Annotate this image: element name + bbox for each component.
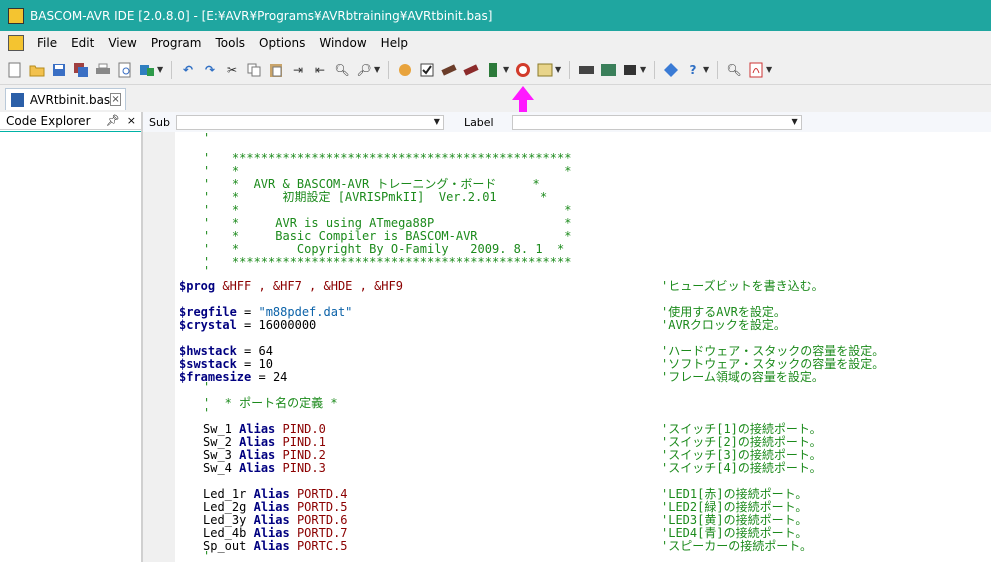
programmer-dropdown-icon[interactable]: ▼ bbox=[503, 65, 510, 74]
pin-icon[interactable]: 📌︎ bbox=[106, 114, 120, 127]
simulator-icon[interactable] bbox=[537, 62, 553, 78]
label-select[interactable]: ▼ bbox=[511, 114, 802, 130]
syntax-check-icon[interactable] bbox=[419, 62, 435, 78]
save-all-icon[interactable] bbox=[73, 62, 89, 78]
document-menu-icon[interactable] bbox=[8, 35, 24, 51]
toolbar-separator bbox=[171, 60, 172, 79]
menu-options[interactable]: Options bbox=[252, 36, 312, 50]
editor-gutter bbox=[143, 132, 175, 562]
chevron-down-icon: ▼ bbox=[433, 116, 440, 126]
label-label: Label bbox=[463, 115, 494, 129]
toolbar: ▼ ↶ ↷ ✂ ⇥ ⇤ 🔍︎ 🔎︎ ▼ ▼ ▼ ▼ ? ▼ 🔍︎ ▼ bbox=[0, 55, 991, 85]
find-next-icon[interactable]: 🔎︎ bbox=[356, 62, 372, 78]
code-line-framesize: $framesize = 24 bbox=[179, 370, 288, 384]
code-comment: 'ヒューズビットを書き込む。 bbox=[661, 279, 824, 293]
undo-icon[interactable]: ↶ bbox=[180, 62, 196, 78]
app-icon bbox=[8, 7, 24, 24]
export-dropdown-icon[interactable]: ▼ bbox=[157, 65, 164, 74]
chip-icon[interactable] bbox=[622, 62, 638, 78]
menu-edit[interactable]: Edit bbox=[64, 36, 101, 50]
code-line: ' * ポート名の定義 * bbox=[203, 396, 338, 410]
chevron-down-icon: ▼ bbox=[791, 116, 798, 126]
code-explorer-header: Code Explorer 📌︎ × bbox=[0, 112, 141, 130]
title-bar: BASCOM-AVR IDE [2.0.8.0] - [E:¥AVR¥Progr… bbox=[0, 0, 991, 31]
program-chip-icon[interactable] bbox=[463, 62, 479, 78]
simulator-dropdown-icon[interactable]: ▼ bbox=[555, 65, 562, 74]
menu-program[interactable]: Program bbox=[144, 36, 209, 50]
programmer-icon[interactable] bbox=[485, 62, 501, 78]
tab-label: AVRtbinit.bas bbox=[29, 92, 111, 107]
code-line: ' bbox=[203, 549, 211, 563]
terminal-icon[interactable] bbox=[578, 62, 594, 78]
find-dropdown-icon[interactable]: ▼ bbox=[374, 65, 381, 74]
close-tab-button[interactable]: × bbox=[110, 93, 121, 106]
redo-icon[interactable]: ↷ bbox=[202, 62, 218, 78]
code-explorer-title: Code Explorer bbox=[6, 113, 91, 128]
tab-avrtbinit[interactable]: AVRtbinit.bas × bbox=[5, 88, 126, 110]
save-icon[interactable] bbox=[51, 62, 67, 78]
menu-bar: File Edit View Program Tools Options Win… bbox=[0, 31, 991, 55]
toolbar-separator bbox=[569, 60, 570, 79]
export-icon[interactable] bbox=[139, 62, 155, 78]
code-editor[interactable]: ' ' ************************************… bbox=[175, 132, 991, 562]
sub-select[interactable]: ▼ bbox=[175, 114, 444, 130]
code-comment: 'フレーム領域の容量を設定。 bbox=[661, 370, 824, 384]
toolbar-separator bbox=[388, 60, 389, 79]
code-line: ' **************************************… bbox=[203, 255, 572, 269]
navigation-bar: Sub ▼ Label ▼ bbox=[143, 112, 991, 132]
paste-icon[interactable] bbox=[268, 62, 284, 78]
code-line-spout: Sp_out Alias PORTC.5 bbox=[203, 539, 348, 553]
zoom-icon[interactable]: 🔍︎ bbox=[726, 62, 742, 78]
code-line: ' bbox=[203, 132, 211, 145]
print-preview-icon[interactable] bbox=[117, 62, 133, 78]
code-comment: 'AVRクロックを設定。 bbox=[661, 318, 786, 332]
open-file-icon[interactable] bbox=[29, 62, 45, 78]
code-line-crystal: $crystal = 16000000 bbox=[179, 318, 317, 332]
sub-label: Sub bbox=[149, 115, 170, 129]
code-line-prog: $prog &HFF , &HF7 , &HDE , &HF9 bbox=[179, 279, 403, 293]
chip-dropdown-icon[interactable]: ▼ bbox=[640, 65, 647, 74]
toolbar-separator bbox=[717, 60, 718, 79]
code-line: ' bbox=[203, 406, 211, 420]
help-icon[interactable]: ? bbox=[685, 62, 701, 78]
pdf-dropdown-icon[interactable]: ▼ bbox=[766, 65, 773, 74]
outdent-icon[interactable]: ⇤ bbox=[312, 62, 328, 78]
code-explorer-tree[interactable] bbox=[0, 131, 141, 563]
stop-icon[interactable] bbox=[515, 62, 531, 78]
help-dropdown-icon[interactable]: ▼ bbox=[703, 65, 710, 74]
compile-icon[interactable] bbox=[441, 62, 457, 78]
indent-icon[interactable]: ⇥ bbox=[290, 62, 306, 78]
document-tab-bar: AVRtbinit.bas × bbox=[0, 85, 991, 112]
menu-tools[interactable]: Tools bbox=[208, 36, 252, 50]
find-icon[interactable]: 🔍︎ bbox=[334, 62, 350, 78]
copy-icon[interactable] bbox=[246, 62, 262, 78]
code-line-sw4: Sw_4 Alias PIND.3 bbox=[203, 461, 326, 475]
code-comment: 'スピーカーの接続ポート。 bbox=[661, 539, 812, 553]
toolbar-separator bbox=[654, 60, 655, 79]
code-comment: 'スイッチ[4]の接続ポート。 bbox=[661, 461, 822, 475]
close-icon[interactable]: × bbox=[127, 114, 136, 127]
new-file-icon[interactable] bbox=[7, 62, 23, 78]
info-icon[interactable] bbox=[663, 62, 679, 78]
pdf-icon[interactable] bbox=[748, 62, 764, 78]
run-icon[interactable] bbox=[397, 62, 413, 78]
menu-window[interactable]: Window bbox=[312, 36, 373, 50]
bas-file-icon bbox=[11, 92, 24, 107]
print-icon[interactable] bbox=[95, 62, 111, 78]
lcd-designer-icon[interactable] bbox=[600, 62, 616, 78]
menu-file[interactable]: File bbox=[30, 36, 64, 50]
code-line: ' bbox=[203, 264, 211, 278]
code-explorer-panel: Code Explorer 📌︎ × bbox=[0, 112, 143, 562]
window-title: BASCOM-AVR IDE [2.0.8.0] - [E:¥AVR¥Progr… bbox=[30, 8, 493, 23]
cut-icon[interactable]: ✂ bbox=[224, 62, 240, 78]
menu-view[interactable]: View bbox=[101, 36, 143, 50]
code-line: ' bbox=[203, 380, 211, 394]
menu-help[interactable]: Help bbox=[374, 36, 415, 50]
